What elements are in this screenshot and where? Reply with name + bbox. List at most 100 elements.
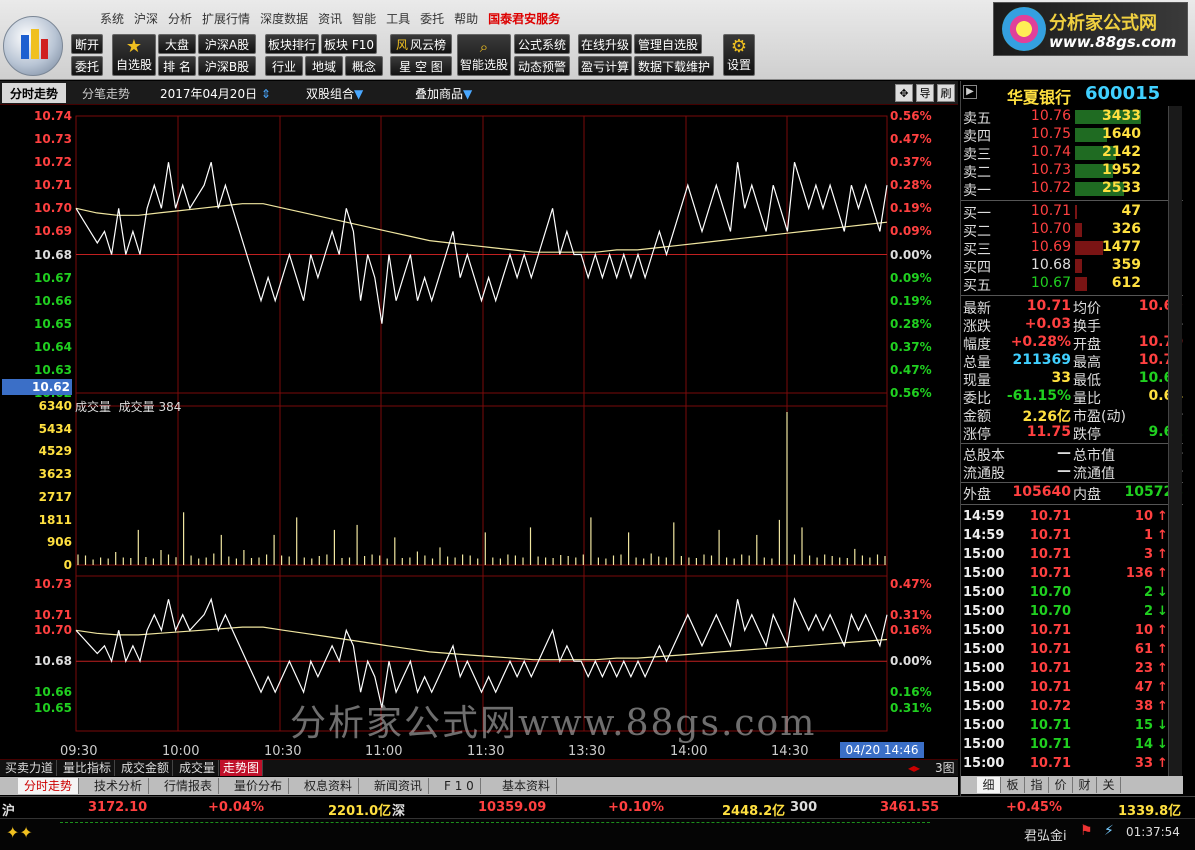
dapan-button[interactable]: 大盘 (158, 34, 196, 54)
menu-analysis[interactable]: 分析 (168, 10, 192, 27)
tab-basic-info[interactable]: 基本资料 (496, 778, 558, 794)
export-button[interactable]: 导 (916, 84, 934, 102)
concept-button[interactable]: 概念 (345, 56, 383, 76)
tick-volume: 38 (1134, 699, 1153, 714)
menu-entrust[interactable]: 委托 (420, 10, 444, 27)
data-download-button[interactable]: 数据下载维护 (634, 56, 714, 76)
fav-stocks-button[interactable]: ★ 自选股 (112, 34, 156, 76)
tab-f10[interactable]: F 1 0 (438, 778, 481, 794)
menu-hushen[interactable]: 沪深 (134, 10, 158, 27)
tab-quote-table[interactable]: 行情报表 (158, 778, 220, 794)
smart-pick-button[interactable]: ⌕ 智能选股 (457, 34, 511, 76)
intraday-chart[interactable]: 10.74 10.73 10.72 10.71 10.70 10.69 10.68 10.67… (0, 106, 958, 759)
sell-order-row[interactable]: 卖五 10.76 3433 (963, 108, 1183, 127)
order-label: 买一 (963, 206, 991, 222)
arrow-down-icon: ↓ (1157, 604, 1168, 619)
sell-order-row[interactable]: 卖三 10.74 2142 (963, 144, 1183, 163)
buy-order-row[interactable]: 买五 10.67 612 (963, 275, 1183, 294)
lower-price-tick-label: 10.66 (34, 685, 72, 700)
refresh-button[interactable]: 刷 (937, 84, 955, 102)
hs-b-button[interactable]: 沪深B股 (198, 56, 256, 76)
sell-order-row[interactable]: 卖四 10.75 1640 (963, 126, 1183, 145)
tab-rights[interactable]: 权息资料 (298, 778, 360, 794)
quote-label: 外盘 (963, 487, 991, 503)
tab-technical[interactable]: 技术分析 (88, 778, 150, 794)
fengyun-button[interactable]: 风 风云榜 (390, 34, 452, 54)
rank-button[interactable]: 排 名 (158, 56, 196, 76)
disconnect-button[interactable]: 断开 (71, 34, 103, 54)
time-tick-label: 10:30 (264, 744, 302, 759)
tab-volume-ratio[interactable]: 量比指标 (60, 760, 116, 776)
scrollbar[interactable] (1168, 106, 1182, 776)
sell-order-row[interactable]: 卖一 10.72 2533 (963, 180, 1183, 199)
volume-tick-label: 5434 (38, 421, 72, 436)
menu-depth-data[interactable]: 深度数据 (260, 10, 308, 27)
tab-block[interactable]: 板 (1001, 777, 1025, 793)
menu-news[interactable]: 资讯 (318, 10, 342, 27)
quote-label: 流通股 (963, 466, 1005, 482)
tab-price[interactable]: 价 (1049, 777, 1073, 793)
tab-related[interactable]: 关 (1097, 777, 1121, 793)
block-rank-button[interactable]: 板块排行 (265, 34, 319, 54)
tab-trend[interactable]: 走势图 (220, 760, 264, 776)
bell-icon[interactable]: ⚑ (1080, 823, 1093, 839)
prev-next-icon[interactable]: ◂▸ (905, 760, 923, 776)
chart-subbar: 分时走势 分笔走势 2017年04月20日 ⇕ 双股组合▼ 叠加商品▼ ✥ 导 … (0, 81, 958, 105)
lower-price-tick-label: 10.70 (34, 623, 72, 638)
app-logo[interactable] (3, 16, 63, 76)
tick-row: 15:00 10.71 23 ↑ (963, 661, 1173, 680)
menu-help[interactable]: 帮助 (454, 10, 478, 27)
upgrade-button[interactable]: 在线升级 (578, 34, 632, 54)
tab-tick-chart[interactable]: 分笔走势 (74, 83, 138, 103)
alert-button[interactable]: 动态预警 (514, 56, 570, 76)
tab-detail[interactable]: 细 (977, 777, 1001, 793)
menu-tools[interactable]: 工具 (386, 10, 410, 27)
overlay-dropdown[interactable]: 叠加商品▼ (415, 85, 472, 102)
lower-percent-tick-label: 0.47% (890, 576, 932, 591)
manage-fav-button[interactable]: 管理自选股 (634, 34, 702, 54)
menu-broker-service[interactable]: 国泰君安服务 (488, 10, 560, 27)
entrust-button[interactable]: 委托 (71, 56, 103, 76)
buy-order-row[interactable]: 买一 10.71 47 (963, 203, 1183, 222)
combo-dropdown[interactable]: 双股组合▼ (306, 85, 363, 102)
sh-index: 3172.10 (88, 800, 148, 815)
broker-name[interactable]: 君弘金i (1024, 825, 1067, 844)
xingkong-button[interactable]: 星 空 图 (390, 56, 452, 76)
tab-index[interactable]: 指 (1025, 777, 1049, 793)
hs-a-button[interactable]: 沪深A股 (198, 34, 256, 54)
collapse-icon[interactable]: ▶ (963, 85, 977, 99)
quote-row: 涨跌+0.03换手— (963, 316, 1185, 335)
industry-button[interactable]: 行业 (265, 56, 303, 76)
tab-news[interactable]: 新闻资讯 (368, 778, 430, 794)
tick-volume: 136 (1125, 566, 1153, 581)
price-tick-label: 10.64 (34, 339, 72, 354)
tab-price-volume[interactable]: 量价分布 (228, 778, 290, 794)
buy-order-row[interactable]: 买二 10.70 326 (963, 221, 1183, 240)
percent-tick-label: 0.47% (890, 132, 932, 147)
percent-tick-label: 0.37% (890, 155, 932, 170)
formula-button[interactable]: 公式系统 (514, 34, 570, 54)
view-tabs: 分时走势 技术分析 行情报表 量价分布 权息资料 新闻资讯 F 1 0 基本资料 (0, 777, 958, 795)
buy-order-row[interactable]: 买三 10.69 1477 (963, 239, 1183, 258)
tab-intraday[interactable]: 分时走势 (2, 83, 67, 103)
menu-ext-quotes[interactable]: 扩展行情 (202, 10, 250, 27)
tab-intraday-view[interactable]: 分时走势 (18, 778, 80, 794)
tab-turnover-amount[interactable]: 成交金额 (118, 760, 174, 776)
quote-value: 105640 (1012, 484, 1071, 500)
quote-row: 总股本—总市值— (963, 445, 1185, 464)
crosshair-icon[interactable]: ✥ (895, 84, 913, 102)
tab-volume[interactable]: 成交量 (176, 760, 220, 776)
price-line-lower (75, 597, 888, 708)
menu-smart[interactable]: 智能 (352, 10, 376, 27)
buy-order-row[interactable]: 买四 10.68 359 (963, 257, 1183, 276)
sell-order-row[interactable]: 卖二 10.73 1952 (963, 162, 1183, 181)
three-charts-button[interactable]: 3图 (932, 760, 958, 776)
profit-calc-button[interactable]: 盈亏计算 (578, 56, 632, 76)
date-picker[interactable]: 2017年04月20日 ⇕ (160, 85, 271, 102)
settings-button[interactable]: ⚙ 设置 (723, 34, 755, 76)
menu-system[interactable]: 系统 (100, 10, 124, 27)
region-button[interactable]: 地域 (305, 56, 343, 76)
tab-buysell-force[interactable]: 买卖力道 (2, 760, 58, 776)
block-f10-button[interactable]: 板块 F10 (321, 34, 377, 54)
tab-finance[interactable]: 财 (1073, 777, 1097, 793)
